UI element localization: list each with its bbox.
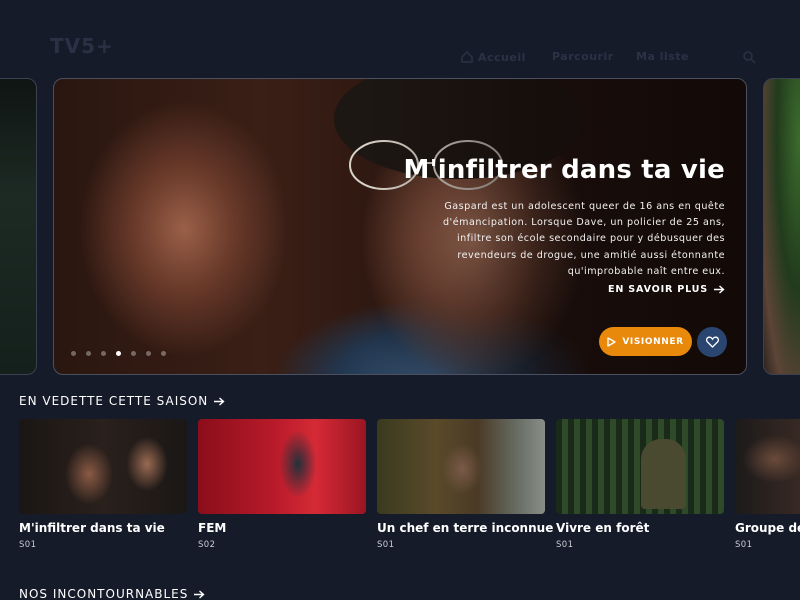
nav-browse-label: Parcourir xyxy=(552,50,614,63)
previous-slide-peek[interactable] xyxy=(0,78,37,375)
show-thumbnail xyxy=(198,419,366,514)
must-watch-section-label: NOS INCONTOURNABLES xyxy=(19,587,189,600)
nav-home[interactable]: Accueil xyxy=(460,50,526,64)
show-season: S01 xyxy=(556,540,574,550)
search-icon xyxy=(743,51,756,64)
show-title: Groupe de xyxy=(735,521,800,535)
logo[interactable]: TV5+ xyxy=(50,34,114,58)
show-thumbnail xyxy=(556,419,724,514)
learn-more-link[interactable]: EN SAVOIR PLUS xyxy=(608,284,725,295)
arrow-right-icon xyxy=(194,589,205,599)
home-icon xyxy=(461,50,473,63)
carousel-dot[interactable] xyxy=(101,351,106,356)
show-card[interactable]: Un chef en terre inconnue S01 xyxy=(377,419,554,550)
watch-button[interactable]: VISIONNER xyxy=(599,327,692,356)
featured-section-label: EN VEDETTE CETTE SAISON xyxy=(19,394,209,408)
show-season: S01 xyxy=(377,540,395,550)
arrow-right-icon xyxy=(214,396,225,406)
next-slide-peek[interactable] xyxy=(763,78,800,375)
show-title: M'infiltrer dans ta vie xyxy=(19,521,165,535)
show-card[interactable]: FEM S02 xyxy=(198,419,366,550)
nav-my-list[interactable]: Ma liste xyxy=(636,50,689,63)
carousel-dot[interactable] xyxy=(86,351,91,356)
arrow-right-icon xyxy=(714,285,725,294)
nav-browse[interactable]: Parcourir xyxy=(552,50,614,63)
show-thumbnail xyxy=(19,419,187,514)
play-icon xyxy=(607,336,616,347)
show-thumbnail xyxy=(377,419,545,514)
show-title: Vivre en forêt xyxy=(556,521,650,535)
must-watch-section-title[interactable]: NOS INCONTOURNABLES xyxy=(19,587,205,600)
watch-label: VISIONNER xyxy=(622,336,684,347)
carousel-dot[interactable] xyxy=(131,351,136,356)
heart-icon xyxy=(705,336,719,348)
show-title: FEM xyxy=(198,521,227,535)
hero-description: Gaspard est un adolescent queer de 16 an… xyxy=(442,201,725,277)
add-to-favorites-button[interactable] xyxy=(697,327,727,357)
carousel-dot[interactable] xyxy=(71,351,76,356)
show-card[interactable]: Vivre en forêt S01 xyxy=(556,419,724,550)
nav-home-label: Accueil xyxy=(478,50,526,64)
show-title: Un chef en terre inconnue xyxy=(377,521,554,535)
show-season: S01 xyxy=(735,540,753,550)
carousel-dot-active[interactable] xyxy=(116,351,121,356)
top-header: TV5+ Accueil Parcourir Ma liste xyxy=(0,0,800,78)
carousel-dot[interactable] xyxy=(146,351,151,356)
show-card[interactable]: M'infiltrer dans ta vie S01 xyxy=(19,419,187,550)
search-button[interactable] xyxy=(742,50,756,64)
hero-title: M'infiltrer dans ta vie xyxy=(403,155,725,185)
carousel-dot[interactable] xyxy=(161,351,166,356)
show-thumbnail xyxy=(735,419,800,514)
show-season: S01 xyxy=(19,540,37,550)
carousel-pagination xyxy=(71,351,166,356)
featured-section-title[interactable]: EN VEDETTE CETTE SAISON xyxy=(19,394,225,408)
nav-my-list-label: Ma liste xyxy=(636,50,690,63)
learn-more-label: EN SAVOIR PLUS xyxy=(607,284,708,295)
show-season: S02 xyxy=(198,540,216,550)
featured-carousel: M'infiltrer dans ta vie S01 FEM S02 Un c… xyxy=(19,419,800,550)
show-card[interactable]: Groupe de S01 xyxy=(735,419,800,550)
hero-banner: M'infiltrer dans ta vie Gaspard est un a… xyxy=(53,78,747,375)
